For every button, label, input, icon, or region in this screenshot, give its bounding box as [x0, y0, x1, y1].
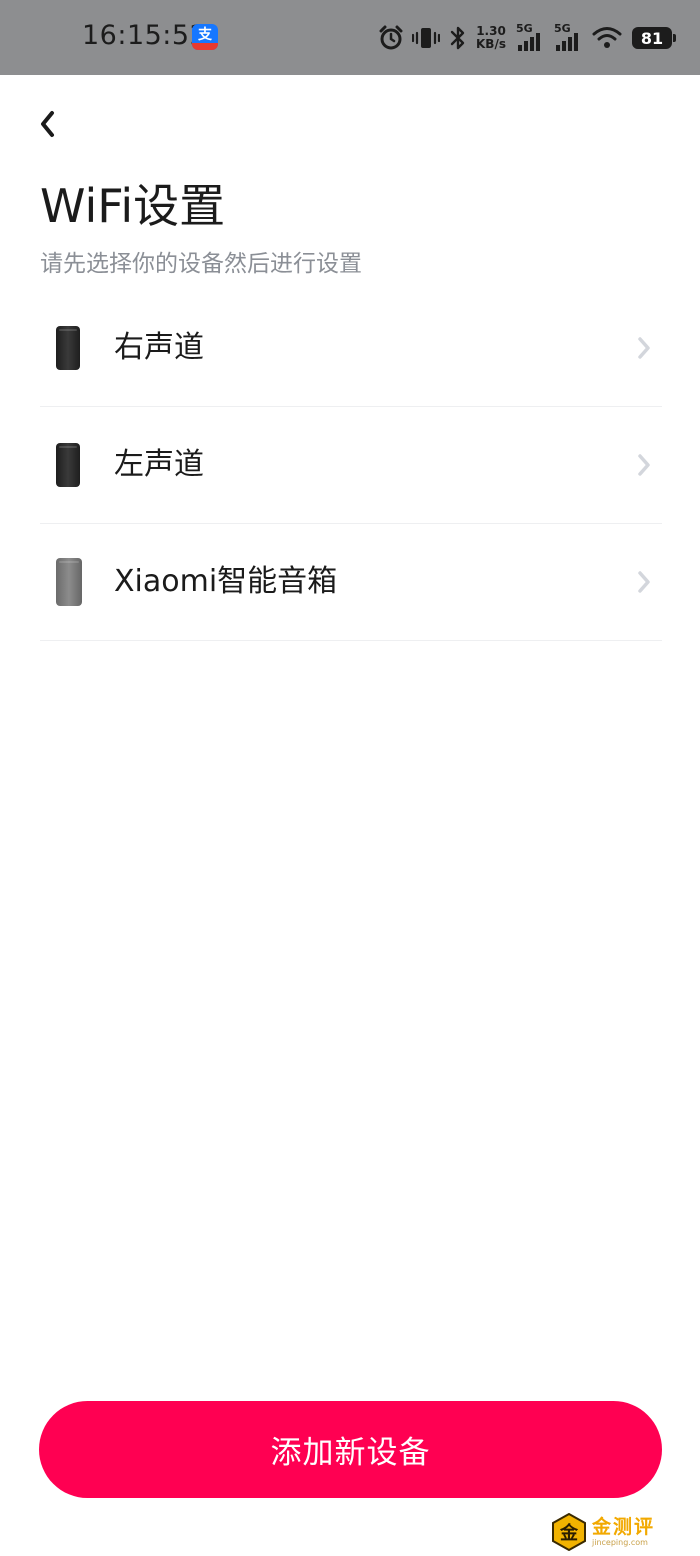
chevron-right-icon	[634, 451, 654, 479]
signal-icon: 5G	[516, 23, 546, 53]
alarm-icon	[378, 25, 404, 51]
watermark: 金 金测评 jinceping.com	[550, 1512, 655, 1552]
watermark-url: jinceping.com	[592, 1538, 648, 1547]
device-item-left-channel[interactable]: 左声道	[40, 407, 662, 524]
device-name: Xiaomi智能音箱	[114, 564, 338, 599]
speaker-grey-icon	[56, 558, 82, 606]
watermark-badge-char: 金	[559, 1522, 579, 1544]
alipay-notification-icon: 支	[192, 24, 218, 50]
page-subtitle: 请先选择你的设备然后进行设置	[40, 251, 362, 277]
app-badge-char: 支	[198, 27, 212, 43]
status-time: 16:15:52	[82, 20, 208, 51]
device-name: 左声道	[114, 447, 204, 482]
network-speed-unit: KB/s	[476, 37, 506, 51]
battery-icon: 81	[631, 27, 676, 49]
wifi-icon	[592, 26, 622, 50]
status-bar: 16:15:52 支 1.30 KB/s 5G 5G 81	[0, 0, 700, 75]
device-list: 右声道 左声道 Xiaomi智能音箱	[40, 290, 662, 641]
watermark-text: 金测评 jinceping.com	[592, 1516, 655, 1548]
device-item-right-channel[interactable]: 右声道	[40, 290, 662, 407]
add-device-button[interactable]: 添加新设备	[39, 1401, 662, 1498]
speaker-black-icon	[56, 443, 80, 487]
status-icons: 1.30 KB/s 5G 5G 81	[378, 18, 676, 58]
chevron-left-icon	[41, 111, 54, 137]
network-speed: 1.30 KB/s	[476, 25, 506, 51]
chevron-right-icon	[634, 334, 654, 362]
watermark-name: 金测评	[592, 1516, 656, 1538]
bluetooth-icon	[448, 25, 468, 51]
speaker-black-icon	[56, 326, 80, 370]
page-title: WiFi设置	[40, 179, 226, 233]
device-item-xiaomi-speaker[interactable]: Xiaomi智能音箱	[40, 524, 662, 641]
back-button[interactable]	[28, 104, 68, 144]
signal-icon-2: 5G	[554, 23, 584, 53]
device-name: 右声道	[114, 330, 204, 365]
chevron-right-icon	[634, 568, 654, 596]
watermark-logo-icon: 金	[550, 1513, 588, 1551]
vibrate-icon	[412, 25, 440, 51]
